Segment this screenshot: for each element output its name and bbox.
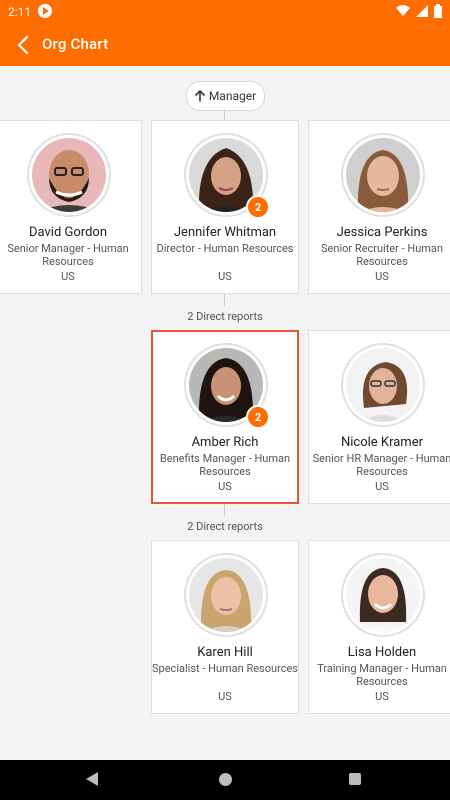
page-title: Org Chart (42, 35, 109, 53)
direct-reports-label: 2 Direct reports (187, 310, 263, 323)
avatar (341, 133, 425, 217)
battery-icon (434, 4, 442, 18)
employee-card-nicole-kramer[interactable]: Nicole Kramer Senior HR Manager - Human … (308, 330, 450, 504)
avatar: 2 (184, 343, 270, 429)
org-chart-canvas[interactable]: Manager David Gordon Senior Manager - Hu… (0, 66, 450, 760)
avatar (27, 133, 111, 217)
manager-button-label: Manager (208, 89, 257, 103)
direct-reports-badge: 2 (246, 405, 270, 429)
employee-location: US (375, 480, 389, 493)
avatar-photo (32, 138, 106, 212)
avatar: 2 (184, 133, 270, 219)
employee-card-jessica-perkins[interactable]: Jessica Perkins Senior Recruiter - Human… (308, 120, 450, 294)
back-button[interactable] (8, 29, 38, 61)
employee-card-jennifer-whitman[interactable]: 2 Jennifer Whitman Director - Human Reso… (151, 120, 299, 294)
chevron-left-icon (17, 35, 29, 55)
employee-role: Senior HR Manager - Human Resources (312, 452, 450, 478)
system-navigation-bar (0, 760, 450, 800)
direct-reports-badge: 2 (246, 195, 270, 219)
employee-name: Lisa Holden (347, 645, 417, 660)
employee-card-david-gordon[interactable]: David Gordon Senior Manager - Human Reso… (0, 120, 142, 294)
employee-location: US (218, 480, 232, 493)
connector-line (224, 504, 225, 516)
status-time: 2:11 (8, 5, 32, 19)
avatar-photo (346, 558, 420, 632)
avatar-photo (189, 558, 263, 632)
avatar (341, 343, 425, 427)
signal-icon (416, 5, 428, 17)
avatar-photo (346, 138, 420, 212)
employee-name: David Gordon (29, 225, 107, 240)
employee-card-amber-rich[interactable]: 2 Amber Rich Benefits Manager - Human Re… (151, 330, 299, 504)
employee-role: Director - Human Resources (156, 242, 294, 255)
connector-line (224, 294, 225, 306)
employee-role: Senior Recruiter - Human Resources (321, 242, 443, 268)
employee-name: Jennifer Whitman (173, 225, 277, 240)
employee-role: Senior Manager - Human Resources (7, 242, 129, 268)
nav-home-icon[interactable] (219, 773, 232, 786)
employee-location: US (375, 270, 389, 283)
employee-card-lisa-holden[interactable]: Lisa Holden Training Manager - Human Res… (308, 540, 450, 714)
avatar-photo (346, 348, 420, 422)
employee-card-karen-hill[interactable]: Karen Hill Specialist - Human Resources … (151, 540, 299, 714)
employee-name: Amber Rich (191, 435, 259, 450)
wifi-icon (396, 5, 410, 17)
employee-role: Benefits Manager - Human Resources (159, 452, 291, 478)
employee-location: US (375, 690, 389, 703)
employee-role: Training Manager - Human Resources (317, 662, 447, 688)
manager-button[interactable]: Manager (186, 81, 265, 111)
arrow-up-icon (195, 90, 205, 102)
avatar (184, 553, 268, 637)
direct-reports-label: 2 Direct reports (187, 520, 263, 533)
employee-location: US (218, 270, 232, 283)
nav-back-icon[interactable] (86, 772, 98, 786)
connector-line (224, 109, 225, 120)
app-bar: Org Chart (0, 24, 450, 66)
employee-name: Nicole Kramer (340, 435, 423, 450)
nav-recents-icon[interactable] (349, 773, 361, 785)
avatar (341, 553, 425, 637)
employee-name: Jessica Perkins (336, 225, 428, 240)
employee-location: US (61, 270, 75, 283)
media-play-icon (38, 4, 52, 18)
employee-role: Specialist - Human Resources (152, 662, 298, 675)
status-icons (396, 4, 442, 18)
status-bar: 2:11 (0, 0, 450, 24)
employee-location: US (218, 690, 232, 703)
employee-name: Karen Hill (197, 645, 253, 660)
